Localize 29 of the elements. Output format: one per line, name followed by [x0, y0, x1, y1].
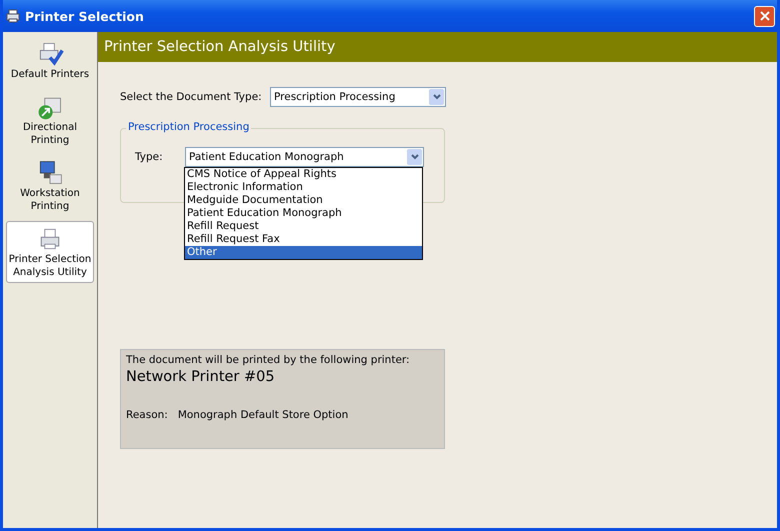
dropdown-option[interactable]: Other [185, 246, 422, 259]
dropdown-option[interactable]: Refill Request [185, 220, 422, 233]
dropdown-option[interactable]: Electronic Information [185, 181, 422, 194]
sidebar-label: Default Printers [10, 68, 90, 81]
printer-icon [5, 8, 21, 24]
window-title: Printer Selection [25, 8, 145, 24]
dropdown-option[interactable]: Patient Education Monograph [185, 207, 422, 220]
sidebar-label: Workstation Printing [19, 187, 81, 213]
sidebar-label: Directional Printing [22, 121, 78, 147]
field-label: Select the Document Type: [120, 91, 263, 103]
sidebar-label: Printer Selection Analysis Utility [8, 253, 92, 279]
type-dropdown[interactable]: Patient Education Monograph [185, 147, 424, 167]
sidebar-item[interactable]: Workstation Printing [6, 155, 94, 217]
dropdown-option[interactable]: Refill Request Fax [185, 233, 422, 246]
close-button[interactable] [754, 6, 775, 26]
dropdown-option[interactable]: CMS Notice of Appeal Rights [185, 168, 422, 181]
document-type-dropdown[interactable]: Prescription Processing [270, 87, 446, 107]
close-icon [758, 10, 770, 22]
group-title: Prescription Processing [126, 121, 252, 133]
field-label: Type: [135, 151, 164, 163]
printer-name: Network Printer #05 [126, 369, 275, 385]
reason-label: Reason: [126, 409, 168, 421]
sidebar-item[interactable]: Printer Selection Analysis Utility [6, 221, 94, 283]
reason-text: Monograph Default Store Option [178, 409, 348, 421]
dropdown-option[interactable]: Medguide Documentation [185, 194, 422, 207]
page-title: Printer Selection Analysis Utility [104, 39, 336, 55]
sidebar-item[interactable]: Directional Printing [6, 89, 94, 151]
result-intro: The document will be printed by the following printer: [126, 354, 410, 366]
sidebar-item[interactable]: Default Printers [6, 36, 94, 85]
